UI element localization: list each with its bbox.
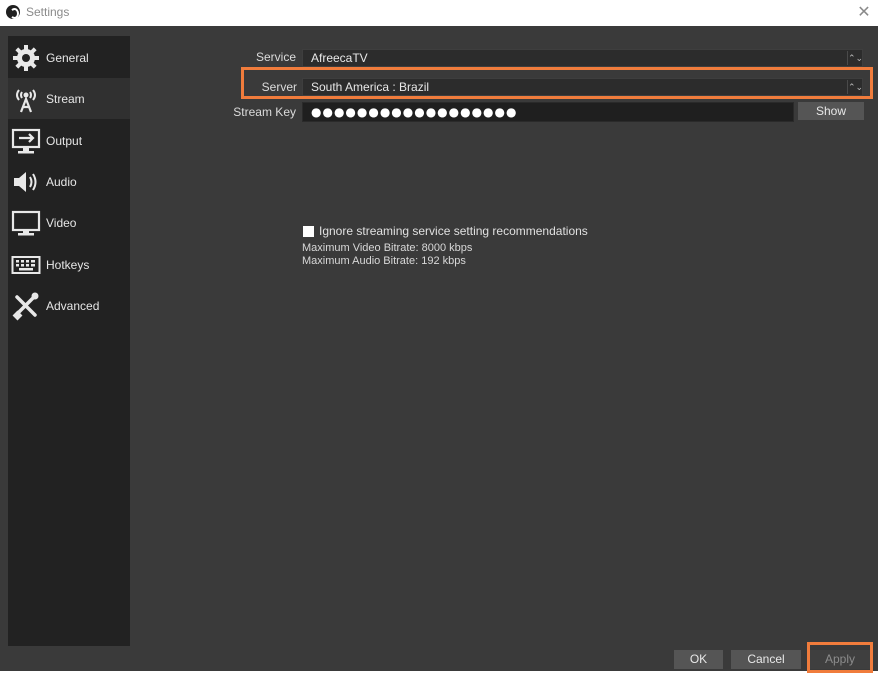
service-label: Service xyxy=(255,50,296,64)
sidebar-item-label: Hotkeys xyxy=(46,257,90,272)
sidebar-item-label: Advanced xyxy=(46,298,100,313)
window-title: Settings xyxy=(26,5,70,19)
sidebar-item-hotkeys[interactable]: Hotkeys xyxy=(8,244,130,285)
settings-sidebar: General Stream Output Audio Video Hotkey… xyxy=(8,36,130,646)
speaker-icon xyxy=(10,166,42,198)
monitor-icon xyxy=(10,207,42,239)
stream-key-label: Stream Key xyxy=(233,105,296,119)
tools-icon xyxy=(10,290,42,322)
obs-logo-icon xyxy=(6,5,20,19)
keyboard-icon xyxy=(10,249,42,281)
ok-button[interactable]: OK xyxy=(674,650,723,669)
sidebar-item-label: Audio xyxy=(46,174,77,189)
sidebar-item-label: Output xyxy=(46,133,83,148)
output-monitor-icon xyxy=(10,125,42,157)
service-value: AfreecaTV xyxy=(311,51,368,65)
apply-highlight-box xyxy=(807,642,873,673)
ignore-recommendations-row[interactable]: Ignore streaming service setting recomme… xyxy=(303,224,588,238)
service-select[interactable]: AfreecaTV ⌃⌄ xyxy=(302,49,863,67)
settings-window: General Stream Output Audio Video Hotkey… xyxy=(0,26,878,673)
show-key-button[interactable]: Show xyxy=(798,102,864,120)
sidebar-item-label: Stream xyxy=(46,91,85,106)
sidebar-item-stream[interactable]: Stream xyxy=(8,78,130,119)
cancel-button[interactable]: Cancel xyxy=(731,650,801,669)
gear-icon xyxy=(10,42,42,74)
stream-key-input[interactable]: ●●●●●●●●●●●●●●●●●● xyxy=(302,102,794,122)
ignore-recommendations-label: Ignore streaming service setting recomme… xyxy=(319,224,588,238)
server-highlight-box xyxy=(241,67,873,99)
title-bar: Settings ✕ xyxy=(0,0,878,26)
max-audio-bitrate-text: Maximum Audio Bitrate: 192 kbps xyxy=(302,255,466,267)
sidebar-item-video[interactable]: Video xyxy=(8,202,130,243)
sidebar-item-general[interactable]: General xyxy=(8,37,130,78)
sidebar-item-output[interactable]: Output xyxy=(8,120,130,161)
max-video-bitrate-text: Maximum Video Bitrate: 8000 kbps xyxy=(302,242,473,254)
ignore-recommendations-checkbox[interactable] xyxy=(303,225,314,237)
broadcast-icon xyxy=(10,83,42,115)
chevron-updown-icon: ⌃⌄ xyxy=(847,51,864,65)
close-icon[interactable]: ✕ xyxy=(854,3,874,21)
sidebar-item-advanced[interactable]: Advanced xyxy=(8,285,130,326)
sidebar-item-label: General xyxy=(46,50,89,65)
sidebar-item-audio[interactable]: Audio xyxy=(8,161,130,202)
sidebar-item-label: Video xyxy=(46,215,77,230)
